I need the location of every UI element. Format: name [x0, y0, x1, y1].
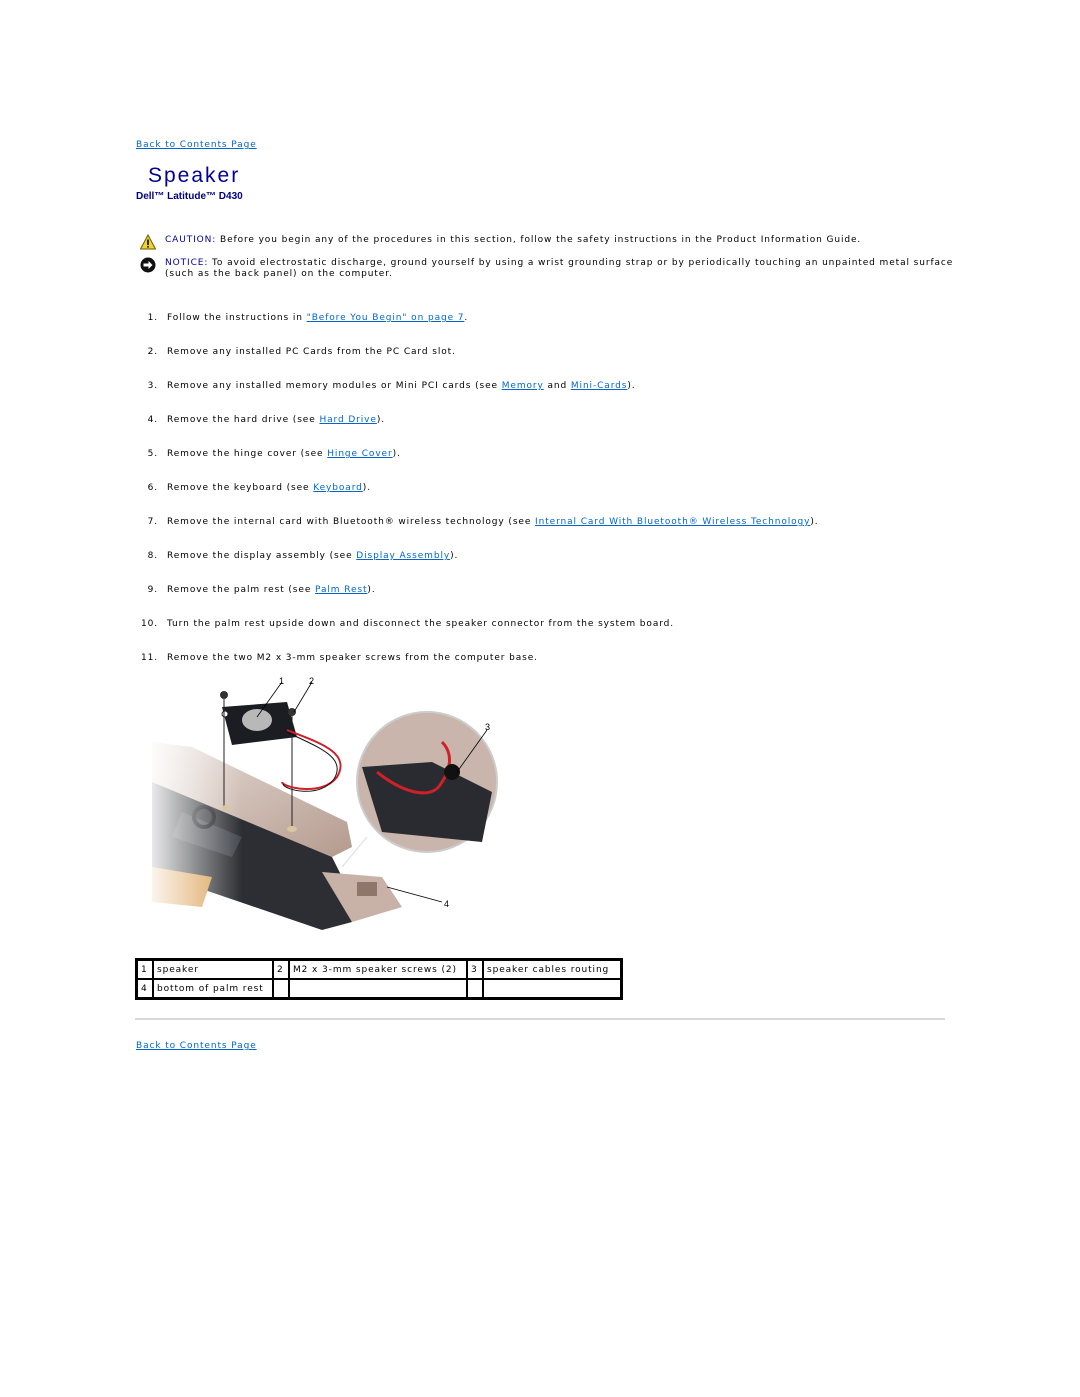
- step-text: Remove the hinge cover (see: [167, 449, 328, 459]
- step-text: Remove the internal card with Bluetooth®…: [167, 517, 536, 527]
- memory-link[interactable]: Memory: [502, 381, 544, 391]
- product-subtitle: Dell™ Latitude™ D430: [136, 191, 243, 202]
- legend-number: 2: [273, 960, 289, 979]
- step-text: Remove the two M2 x 3-mm speaker screws …: [167, 653, 538, 663]
- step-number: 6.: [147, 483, 158, 493]
- step-number: 4.: [147, 415, 158, 425]
- step-number: 10.: [140, 619, 158, 629]
- step-text-end: ).: [392, 449, 401, 459]
- step-text: Follow the instructions in: [167, 313, 307, 323]
- hinge-cover-link[interactable]: Hinge Cover: [327, 449, 392, 459]
- callout-1: 1: [279, 676, 284, 686]
- legend-label: [289, 979, 467, 998]
- step-text-end: ).: [362, 483, 371, 493]
- back-to-contents-link-bottom[interactable]: Back to Contents Page: [136, 1041, 257, 1051]
- step-number: 2.: [147, 347, 158, 357]
- caution-text: Before you begin any of the procedures i…: [216, 235, 862, 245]
- legend-label: bottom of palm rest: [153, 979, 273, 998]
- step-text-end: ).: [376, 415, 386, 425]
- legend-label: speaker: [153, 960, 273, 979]
- step-number: 9.: [147, 585, 158, 595]
- step-number: 1.: [147, 313, 158, 323]
- step-text-end: ).: [450, 551, 459, 561]
- legend-number: [273, 979, 289, 998]
- step-number: 3.: [147, 381, 158, 391]
- legend-number: 3: [467, 960, 483, 979]
- step-text: Remove the keyboard (see: [167, 483, 314, 493]
- bluetooth-card-link[interactable]: Internal Card With Bluetooth® Wireless T…: [535, 517, 810, 527]
- callout-2: 2: [309, 676, 314, 686]
- palm-rest-link[interactable]: Palm Rest: [315, 585, 367, 595]
- step-text-end: ).: [627, 381, 636, 391]
- notice-text: To avoid electrostatic discharge, ground…: [165, 258, 954, 279]
- caution-label: CAUTION:: [165, 235, 217, 245]
- step-text: Remove the display assembly (see: [167, 551, 357, 561]
- legend-label: [483, 979, 621, 998]
- callout-3: 3: [485, 722, 490, 732]
- step-number: 11.: [140, 653, 158, 663]
- step-text-mid: and: [543, 381, 571, 391]
- table-row: 4 bottom of palm rest: [137, 979, 621, 998]
- step-text: Remove the palm rest (see: [167, 585, 316, 595]
- legend-number: 1: [137, 960, 153, 979]
- notice-label: NOTICE:: [165, 258, 209, 268]
- step-text-end: .: [464, 313, 469, 323]
- speaker-removal-illustration: 1 2 3 4: [152, 672, 512, 930]
- legend-label: speaker cables routing: [483, 960, 621, 979]
- before-you-begin-link[interactable]: "Before You Begin" on page 7: [307, 313, 465, 323]
- step-text: Remove any installed memory modules or M…: [167, 381, 502, 391]
- horizontal-divider: [135, 1018, 945, 1020]
- callout-4: 4: [444, 899, 449, 909]
- step-text: Remove any installed PC Cards from the P…: [167, 347, 456, 357]
- hard-drive-link[interactable]: Hard Drive: [319, 415, 376, 425]
- step-number: 7.: [147, 517, 158, 527]
- parts-legend-table: 1 speaker 2 M2 x 3-mm speaker screws (2)…: [135, 958, 623, 1000]
- mini-cards-link[interactable]: Mini-Cards: [571, 381, 627, 391]
- back-to-contents-link-top[interactable]: Back to Contents Page: [136, 140, 257, 150]
- step-text: Remove the hard drive (see: [167, 415, 320, 425]
- step-number: 8.: [147, 551, 158, 561]
- keyboard-link[interactable]: Keyboard: [313, 483, 363, 493]
- notice-arrow-circle-icon: [140, 257, 156, 273]
- legend-label: M2 x 3-mm speaker screws (2): [289, 960, 467, 979]
- legend-number: [467, 979, 483, 998]
- page-title: Speaker: [148, 164, 241, 187]
- legend-number: 4: [137, 979, 153, 998]
- step-text-end: ).: [367, 585, 376, 595]
- warning-triangle-icon: [140, 234, 156, 250]
- display-assembly-link[interactable]: Display Assembly: [356, 551, 450, 561]
- step-number: 5.: [147, 449, 158, 459]
- table-row: 1 speaker 2 M2 x 3-mm speaker screws (2)…: [137, 960, 621, 979]
- step-text-end: ).: [810, 517, 819, 527]
- step-text: Turn the palm rest upside down and disco…: [167, 619, 675, 629]
